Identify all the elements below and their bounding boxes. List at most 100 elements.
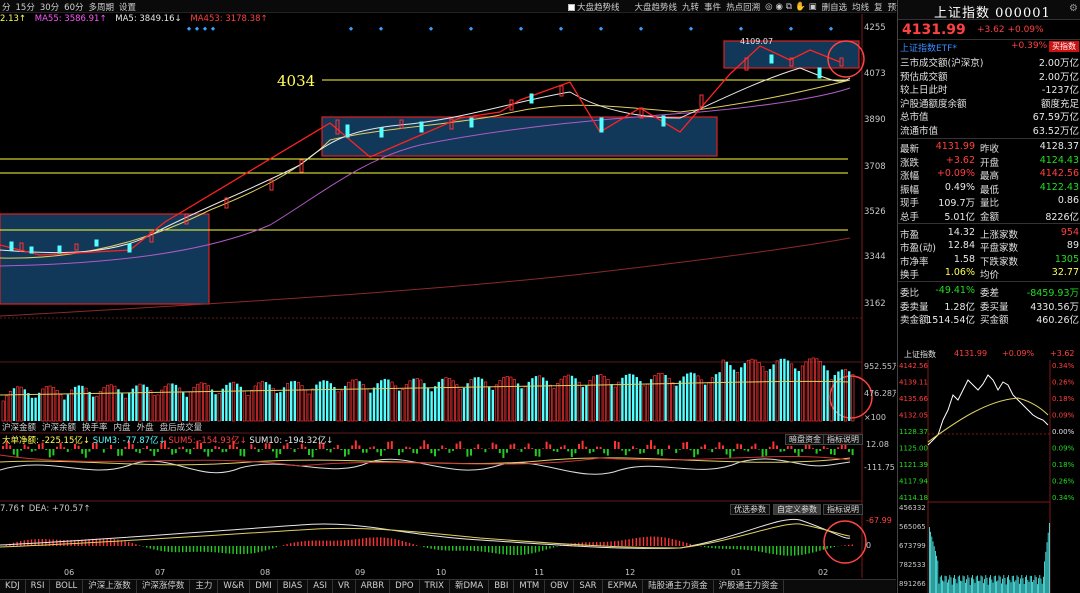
intraday-volume-bar xyxy=(972,575,973,593)
custom-params-button[interactable]: 自定义参数 xyxy=(773,504,821,515)
flow-bar xyxy=(538,449,541,457)
etf-link[interactable]: 上证指数ETF* xyxy=(900,44,957,54)
macd-bar xyxy=(308,540,310,546)
copy-icon[interactable]: ⧉ xyxy=(786,2,792,12)
indicator-tab[interactable]: BIAS xyxy=(278,580,309,593)
intraday-volume-bar xyxy=(978,581,979,593)
flow-bar xyxy=(812,448,814,449)
indicator-tab[interactable]: OBV xyxy=(545,580,575,593)
macd-bar xyxy=(203,546,205,552)
volume-bar xyxy=(534,376,538,421)
eye-icon[interactable]: ◉ xyxy=(776,2,783,12)
svg-text:02: 02 xyxy=(818,568,828,577)
flow-bar xyxy=(653,445,656,449)
indicator-tab[interactable]: EXPMA xyxy=(603,580,644,593)
intraday-chart[interactable]: 4142.56 4139.11 4135.66 4132.05 1128.37 1125.… xyxy=(898,360,1080,593)
macd-bar xyxy=(322,540,324,546)
nine-turn-button[interactable]: 九转 xyxy=(682,1,699,13)
remove-watchlist-button[interactable]: 删自选 xyxy=(822,1,848,13)
indicator-tab[interactable]: SAR xyxy=(574,580,603,593)
quote-row: 市盈(动) 12.84 平盘家数 89 xyxy=(900,240,1079,254)
trendline-toggle-1[interactable]: 大盘趋势线 xyxy=(568,1,620,13)
volume-bar xyxy=(494,384,498,422)
indicator-tab[interactable]: 主力 xyxy=(190,580,219,593)
macd-bar xyxy=(207,546,209,552)
hand-icon[interactable]: ✋ xyxy=(795,2,806,12)
indicator-tab[interactable]: BOLL xyxy=(50,580,84,593)
macd-bar xyxy=(318,540,321,546)
macd-bar xyxy=(246,546,249,554)
indicator-tab[interactable]: DMI xyxy=(250,580,278,593)
intraday-volume-bar xyxy=(953,577,954,593)
indicator-tabs: KDJ RSI BOLL 沪深上涨数 沪深涨停数 主力 W&R DMI BIAS ASI VR ARB… xyxy=(0,579,896,593)
tab-turnover-rate[interactable]: 换手率 xyxy=(82,421,108,433)
intraday-pct-tick: 0.18% xyxy=(1052,395,1075,403)
period-60min[interactable]: 60分 xyxy=(64,1,83,13)
intraday-volume-bar xyxy=(956,583,958,593)
draw-icon[interactable]: ◎ xyxy=(765,2,772,12)
volume-bar xyxy=(811,357,815,422)
intraday-volume-bar xyxy=(1007,577,1008,593)
ma-button[interactable]: 均线 xyxy=(852,1,869,13)
stat-row: 预估成交额 2.00万亿 xyxy=(900,69,1079,83)
buy-index-button[interactable]: 买指数 xyxy=(1049,41,1079,52)
indicator-tab[interactable]: VR xyxy=(333,580,356,593)
tab-after-hours-volume[interactable]: 盘后成交量 xyxy=(160,421,203,433)
indicator-tab[interactable]: ARBR xyxy=(356,580,391,593)
macd-bar xyxy=(113,539,115,546)
macd-bar xyxy=(236,546,238,555)
macd-bar xyxy=(495,546,497,554)
image-icon[interactable]: ▣ xyxy=(809,2,817,12)
volume-bar xyxy=(646,383,650,422)
indicator-tab[interactable]: TRIX xyxy=(420,580,450,593)
macd-bar xyxy=(340,540,342,546)
indicator-tab[interactable]: 新DMA xyxy=(450,580,490,593)
macd-bar xyxy=(790,546,792,556)
intraday-volume-bar xyxy=(1046,542,1048,593)
preferred-params-button[interactable]: 优选参数 xyxy=(730,504,770,515)
indicator-tab[interactable]: BBI xyxy=(489,580,515,593)
macd-bar xyxy=(153,546,155,550)
flow-bar xyxy=(732,449,735,452)
macd-bar xyxy=(628,539,630,546)
volume-bar xyxy=(66,394,70,421)
period-30min[interactable]: 30分 xyxy=(40,1,59,13)
indicator-tab[interactable]: DPO xyxy=(390,580,420,593)
indicator-tab[interactable]: MTM xyxy=(514,580,546,593)
quote-value: 12.84 xyxy=(947,240,975,252)
tab-inner-volume[interactable]: 内盘 xyxy=(114,421,131,433)
indicator-tab[interactable]: RSI xyxy=(26,580,51,593)
indicator-tab[interactable]: KDJ xyxy=(0,580,26,593)
tab-turnover-amount[interactable]: 沪深金额 xyxy=(2,421,36,433)
period-day[interactable]: 分 xyxy=(2,1,11,13)
flow-bar xyxy=(754,443,757,449)
gear-icon[interactable]: ⚙ xyxy=(1069,3,1078,14)
trendline-toggle-2[interactable]: 大盘趋势线 xyxy=(635,1,678,13)
indicator-tab[interactable]: W&R xyxy=(218,580,251,593)
indicator-tab[interactable]: 陆股通主力资金 xyxy=(643,580,714,593)
tab-outer-volume[interactable]: 外盘 xyxy=(137,421,154,433)
flow-bar xyxy=(88,449,91,452)
hotspot-review-button[interactable]: 热点回溯 xyxy=(726,1,760,13)
indicator-tab[interactable]: 沪深涨停数 xyxy=(137,580,191,593)
multi-period-button[interactable]: 多周期 xyxy=(89,1,115,13)
flow-bar xyxy=(45,449,48,450)
period-15min[interactable]: 15分 xyxy=(16,1,35,13)
volume-bar xyxy=(721,359,725,422)
settings-button[interactable]: 设置 xyxy=(119,1,136,13)
restore-button[interactable]: 复 xyxy=(874,1,883,13)
flow-bar xyxy=(138,449,141,454)
tab-margin-balance[interactable]: 沪深余额 xyxy=(42,421,76,433)
macd-bar xyxy=(621,540,623,546)
sum10-value: SUM10: -194.32亿↓ xyxy=(249,436,334,446)
indicator-tab[interactable]: 沪深上涨数 xyxy=(83,580,137,593)
events-button[interactable]: 事件 xyxy=(704,1,721,13)
volume-bar xyxy=(232,381,236,422)
indicator-help-button[interactable]: 指标说明 xyxy=(823,434,863,445)
indicator-tab[interactable]: ASI xyxy=(308,580,333,593)
macd-help-button[interactable]: 指标说明 xyxy=(823,504,863,515)
dark-pool-button[interactable]: 暗盘资金 xyxy=(785,434,825,445)
volume-bar xyxy=(613,386,617,422)
indicator-tab[interactable]: 沪股通主力资金 xyxy=(714,580,785,593)
volume-bar xyxy=(236,383,239,421)
